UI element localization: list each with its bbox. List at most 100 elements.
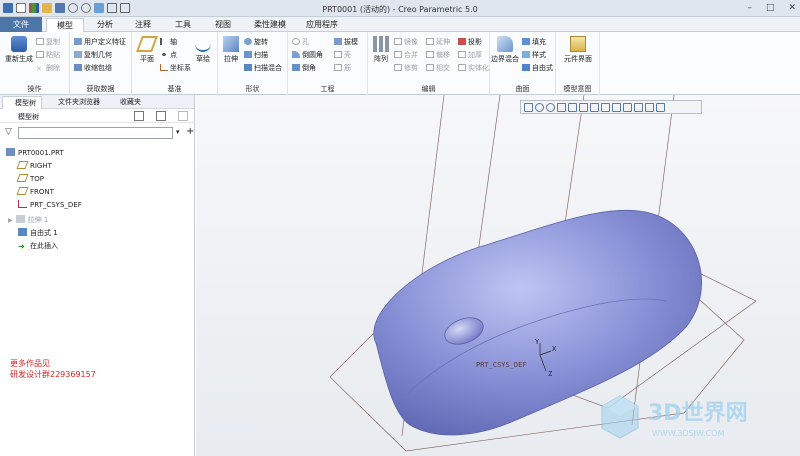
tab-file[interactable]: 文件 bbox=[0, 17, 42, 32]
tree-search-row: ▽ ▾ + bbox=[0, 125, 195, 141]
group-get-data-label[interactable]: 获取数据 bbox=[70, 84, 131, 94]
tab-annotate[interactable]: 注释 bbox=[128, 18, 158, 32]
freestyle-button[interactable]: 自由式 bbox=[522, 64, 553, 73]
maximize-icon[interactable]: □ bbox=[766, 3, 775, 13]
minimize-icon[interactable]: – bbox=[747, 3, 752, 13]
trim-button[interactable]: 合并 bbox=[394, 51, 418, 60]
spin-center-icon[interactable] bbox=[645, 102, 654, 112]
group-datum-label[interactable]: 基准 bbox=[132, 84, 217, 94]
section-icon[interactable] bbox=[612, 102, 621, 112]
close-icon[interactable]: ✕ bbox=[788, 3, 796, 13]
shell-icon bbox=[334, 51, 342, 58]
group-surfaces-label[interactable]: 曲面 bbox=[490, 84, 555, 94]
tab-model-tree[interactable]: 模型树 bbox=[2, 96, 42, 109]
expand-icon[interactable]: ▶ bbox=[8, 217, 13, 224]
copy-button[interactable]: 复制 bbox=[36, 38, 60, 47]
saved-views-icon[interactable] bbox=[579, 102, 588, 112]
axis-button[interactable]: 轴 bbox=[160, 38, 177, 47]
group-engineering-label[interactable]: 工程 bbox=[288, 84, 367, 94]
view-toolbar bbox=[520, 100, 702, 114]
ribbon: 重新生成 复制 粘贴 ✕ 删除 操作 用户定义特征 复制几何 收缩包络 获取数据 … bbox=[0, 32, 800, 95]
project-button[interactable]: 投影 bbox=[458, 38, 482, 47]
solidify-button[interactable]: 实体化 bbox=[458, 64, 489, 73]
mirror-button[interactable]: 镜像 bbox=[394, 38, 418, 47]
extend-button[interactable]: 延伸 bbox=[426, 38, 450, 47]
rib-button[interactable]: 筋 bbox=[334, 64, 351, 73]
merge-button[interactable]: 修剪 bbox=[394, 64, 418, 73]
tab-flexible-modeling[interactable]: 柔性建模 bbox=[248, 18, 292, 32]
regenerate-button[interactable]: 重新生成 bbox=[2, 36, 36, 64]
swept-blend-button[interactable]: 扫描混合 bbox=[244, 64, 282, 73]
shrinkwrap-button[interactable]: 收缩包络 bbox=[74, 64, 112, 73]
perspective-icon[interactable] bbox=[601, 102, 610, 112]
group-editing: 阵列 镜像 合并 修剪 延伸 偏移 相交 投影 加厚 实体化 编辑 bbox=[368, 32, 490, 95]
tree-item-part[interactable]: PRT0001.PRT bbox=[6, 148, 64, 159]
point-button[interactable]: 点 bbox=[160, 51, 177, 60]
csys-z-label: Z bbox=[548, 370, 552, 378]
paste-icon bbox=[36, 51, 44, 58]
tree-item-front[interactable]: FRONT bbox=[16, 187, 54, 198]
group-model-intent-label[interactable]: 模型意图 bbox=[556, 84, 599, 94]
group-engineering: 孔 倒圆角 倒角 拔模 壳 筋 工程 bbox=[288, 32, 368, 95]
zoom-in-icon[interactable] bbox=[535, 102, 544, 112]
appearance-icon[interactable] bbox=[656, 102, 665, 112]
tab-favorites[interactable]: 收藏夹 bbox=[108, 96, 152, 109]
datum-display-icon[interactable] bbox=[623, 102, 632, 112]
pattern-button[interactable]: 阵列 bbox=[364, 36, 398, 64]
offset-button[interactable]: 偏移 bbox=[426, 51, 450, 60]
sweep-button[interactable]: 扫描 bbox=[244, 51, 268, 60]
tree-item-right[interactable]: RIGHT bbox=[16, 161, 52, 172]
boundary-blend-button[interactable]: 边界混合 bbox=[488, 36, 522, 64]
zoom-out-icon[interactable] bbox=[546, 102, 555, 112]
tree-item-csys[interactable]: PRT_CSYS_DEF bbox=[18, 200, 82, 211]
tree-item-freestyle[interactable]: 自由式 1 bbox=[18, 228, 58, 239]
tree-item-insert-here[interactable]: ➜ 在此插入 bbox=[18, 241, 58, 252]
repaint-icon[interactable] bbox=[557, 102, 566, 112]
filter-icon[interactable]: ▽ bbox=[5, 127, 12, 137]
refit-icon[interactable] bbox=[524, 102, 533, 112]
udf-button[interactable]: 用户定义特征 bbox=[74, 38, 126, 47]
tree-settings-icon[interactable] bbox=[134, 111, 144, 121]
fill-button[interactable]: 填充 bbox=[522, 38, 546, 47]
tree-item-extrude[interactable]: ▶ 拉伸 1 bbox=[8, 215, 48, 226]
tab-applications[interactable]: 应用程序 bbox=[302, 18, 342, 32]
group-editing-label[interactable]: 编辑 bbox=[368, 84, 489, 94]
ribbon-tabs: 文件 模型 分析 注释 工具 视图 柔性建模 应用程序 bbox=[0, 17, 800, 32]
dropdown-icon[interactable]: ▾ bbox=[176, 128, 180, 136]
group-operations-label[interactable]: 操作 bbox=[0, 84, 69, 94]
paste-button[interactable]: 粘贴 bbox=[36, 51, 60, 60]
shell-button[interactable]: 壳 bbox=[334, 51, 351, 60]
display-style-icon[interactable] bbox=[568, 102, 577, 112]
tree-item-top[interactable]: TOP bbox=[16, 174, 44, 185]
trim-icon bbox=[394, 51, 402, 58]
tab-tools[interactable]: 工具 bbox=[168, 18, 198, 32]
delete-button[interactable]: ✕ 删除 bbox=[36, 64, 60, 73]
hole-button[interactable]: 孔 bbox=[292, 38, 309, 47]
tab-view[interactable]: 视图 bbox=[208, 18, 238, 32]
style-button[interactable]: 样式 bbox=[522, 51, 546, 60]
watermark-url: WWW.3DSJW.COM bbox=[652, 429, 724, 438]
tree-columns-icon[interactable] bbox=[156, 111, 166, 121]
tab-analysis[interactable]: 分析 bbox=[90, 18, 120, 32]
tab-folder-browser[interactable]: 文件夹浏览器 bbox=[46, 96, 106, 109]
extrude-button[interactable]: 拉伸 bbox=[214, 36, 248, 64]
component-interface-button[interactable]: 元件界面 bbox=[560, 36, 596, 64]
tree-filter-icon[interactable] bbox=[178, 111, 188, 121]
view-manager-icon[interactable] bbox=[590, 102, 599, 112]
thicken-button[interactable]: 加厚 bbox=[458, 51, 482, 60]
intersect-button[interactable]: 相交 bbox=[426, 64, 450, 73]
round-button[interactable]: 倒圆角 bbox=[292, 51, 323, 60]
tree-search-input[interactable] bbox=[18, 127, 173, 139]
add-icon[interactable]: + bbox=[186, 126, 194, 137]
chamfer-button[interactable]: 倒角 bbox=[292, 64, 316, 73]
draft-button[interactable]: 拔模 bbox=[334, 38, 358, 47]
plane-button[interactable]: 平面 bbox=[130, 36, 164, 64]
csys-button[interactable]: 坐标系 bbox=[160, 64, 191, 73]
sketch-icon bbox=[195, 36, 211, 52]
copy-geometry-button[interactable]: 复制几何 bbox=[74, 51, 112, 60]
tab-model[interactable]: 模型 bbox=[46, 18, 84, 32]
group-shapes-label[interactable]: 形状 bbox=[218, 84, 287, 94]
revolve-button[interactable]: 旋转 bbox=[244, 38, 268, 47]
thicken-icon bbox=[458, 51, 466, 58]
annotation-display-icon[interactable] bbox=[634, 102, 643, 112]
